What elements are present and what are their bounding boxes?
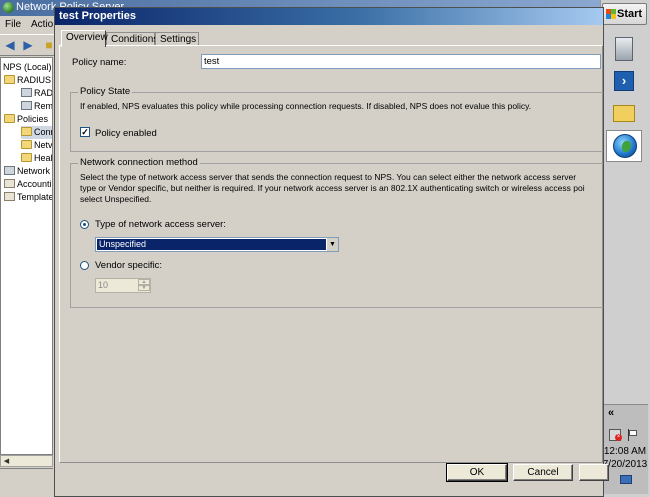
tab-overview[interactable]: Overview <box>61 30 108 47</box>
folder-icon <box>4 114 15 123</box>
network-disconnected-icon[interactable]: × <box>609 429 622 441</box>
policy-enabled-label: Policy enabled <box>95 128 157 139</box>
powershell-icon: › <box>614 71 634 91</box>
ok-button[interactable]: OK <box>446 463 508 482</box>
scroll-left-arrow-icon[interactable]: ◀ <box>2 457 11 466</box>
show-hidden-icons-chevron-icon[interactable]: « <box>608 407 614 419</box>
cancel-button[interactable]: Cancel <box>513 464 573 481</box>
spinner-down-icon: ▼ <box>138 285 150 291</box>
vendor-code-spinner: 10 ▲ ▼ <box>95 278 151 293</box>
tree-item-network-access-protection[interactable]: Network <box>4 165 50 178</box>
taskbar-server-manager[interactable] <box>606 34 642 66</box>
folder-icon <box>21 153 32 162</box>
tab-settings[interactable]: Settings <box>155 32 199 46</box>
connection-method-description-line-1: Select the type of network access server… <box>80 172 577 182</box>
forward-arrow-icon[interactable]: ▶ <box>21 39 35 51</box>
dialog-titlebar[interactable]: test Properties <box>55 8 603 25</box>
tree-item-radius-clients[interactable]: RAD <box>21 87 52 100</box>
connection-method-description-line-2: type or Vendor specific, but neither is … <box>80 183 585 193</box>
server-icon <box>21 101 32 110</box>
taskbar-explorer[interactable] <box>606 98 642 130</box>
policy-icon <box>4 179 15 188</box>
tree-horizontal-scrollbar[interactable]: ◀ <box>0 455 53 467</box>
tree-item-network-policies[interactable]: Netv <box>21 139 52 152</box>
folder-icon <box>4 75 15 84</box>
chevron-down-icon[interactable]: ▼ <box>326 238 338 251</box>
server-icon <box>4 166 15 175</box>
type-of-server-radio[interactable] <box>80 220 89 229</box>
policy-state-title: Policy State <box>78 86 133 97</box>
tree-item-connection-policies[interactable]: Conn <box>21 126 52 139</box>
tree-item-accounting[interactable]: Accounti <box>4 178 52 191</box>
clock-time[interactable]: 12:08 AM <box>602 446 648 457</box>
open-folder-icon <box>21 127 32 136</box>
tab-conditions[interactable]: Conditions <box>106 32 158 46</box>
status-bar <box>0 468 53 486</box>
policy-icon <box>4 192 15 201</box>
policy-state-description: If enabled, NPS evaluates this policy wh… <box>80 101 532 111</box>
tree-item-radius[interactable]: RADIUS <box>4 74 51 87</box>
server-icon <box>21 88 32 97</box>
nps-app-icon <box>3 2 14 13</box>
vendor-specific-label: Vendor specific: <box>95 260 163 271</box>
menu-file[interactable]: File <box>5 19 21 30</box>
nps-globe-icon <box>613 134 637 158</box>
folder-explorer-icon <box>613 105 635 122</box>
action-center-flag-icon[interactable] <box>627 429 639 441</box>
server-type-select[interactable]: Unspecified ▼ <box>95 237 339 252</box>
tree-item-nps-local[interactable]: NPS (Local) <box>3 61 52 74</box>
vendor-code-value: 10 <box>98 280 109 290</box>
menu-action[interactable]: Actio <box>31 19 53 30</box>
start-button[interactable]: Start <box>602 3 647 25</box>
tree-item-policies[interactable]: Policies <box>4 113 48 126</box>
policy-name-input[interactable] <box>201 54 601 69</box>
spinner-buttons: ▲ ▼ <box>138 279 150 292</box>
taskbar-nps[interactable] <box>606 130 642 162</box>
connection-method-title: Network connection method <box>78 157 200 168</box>
tree-item-remote-groups[interactable]: Rem <box>21 100 52 113</box>
apply-button[interactable] <box>579 464 609 481</box>
start-label: Start <box>617 8 643 20</box>
windows-logo-icon <box>606 9 616 19</box>
properties-dialog: test Properties Overview Conditions Sett… <box>54 7 609 497</box>
console-tree: NPS (Local) RADIUS RAD Rem Policies Con n… <box>0 57 53 455</box>
server-type-value: Unspecified <box>97 239 326 250</box>
dialog-title: test Properties <box>59 10 137 22</box>
policy-name-label: Policy name: <box>72 57 127 68</box>
tree-item-templates[interactable]: Template <box>4 191 52 204</box>
toolbar: ◀ ▶ ■ <box>0 34 60 56</box>
policy-enabled-checkbox[interactable]: ✓ <box>80 127 90 137</box>
taskbar-powershell[interactable]: › <box>606 66 642 98</box>
server-manager-icon <box>615 37 633 61</box>
tree-item-health-policies[interactable]: Heal <box>21 152 52 165</box>
vendor-specific-radio[interactable] <box>80 261 89 270</box>
menubar: File Actio <box>0 16 60 34</box>
type-of-server-label: Type of network access server: <box>95 219 226 230</box>
connection-method-description-line-3: select Unspecified. <box>80 194 152 204</box>
folder-icon <box>21 140 32 149</box>
show-desktop-icon[interactable] <box>620 475 632 484</box>
back-arrow-icon[interactable]: ◀ <box>3 39 17 51</box>
